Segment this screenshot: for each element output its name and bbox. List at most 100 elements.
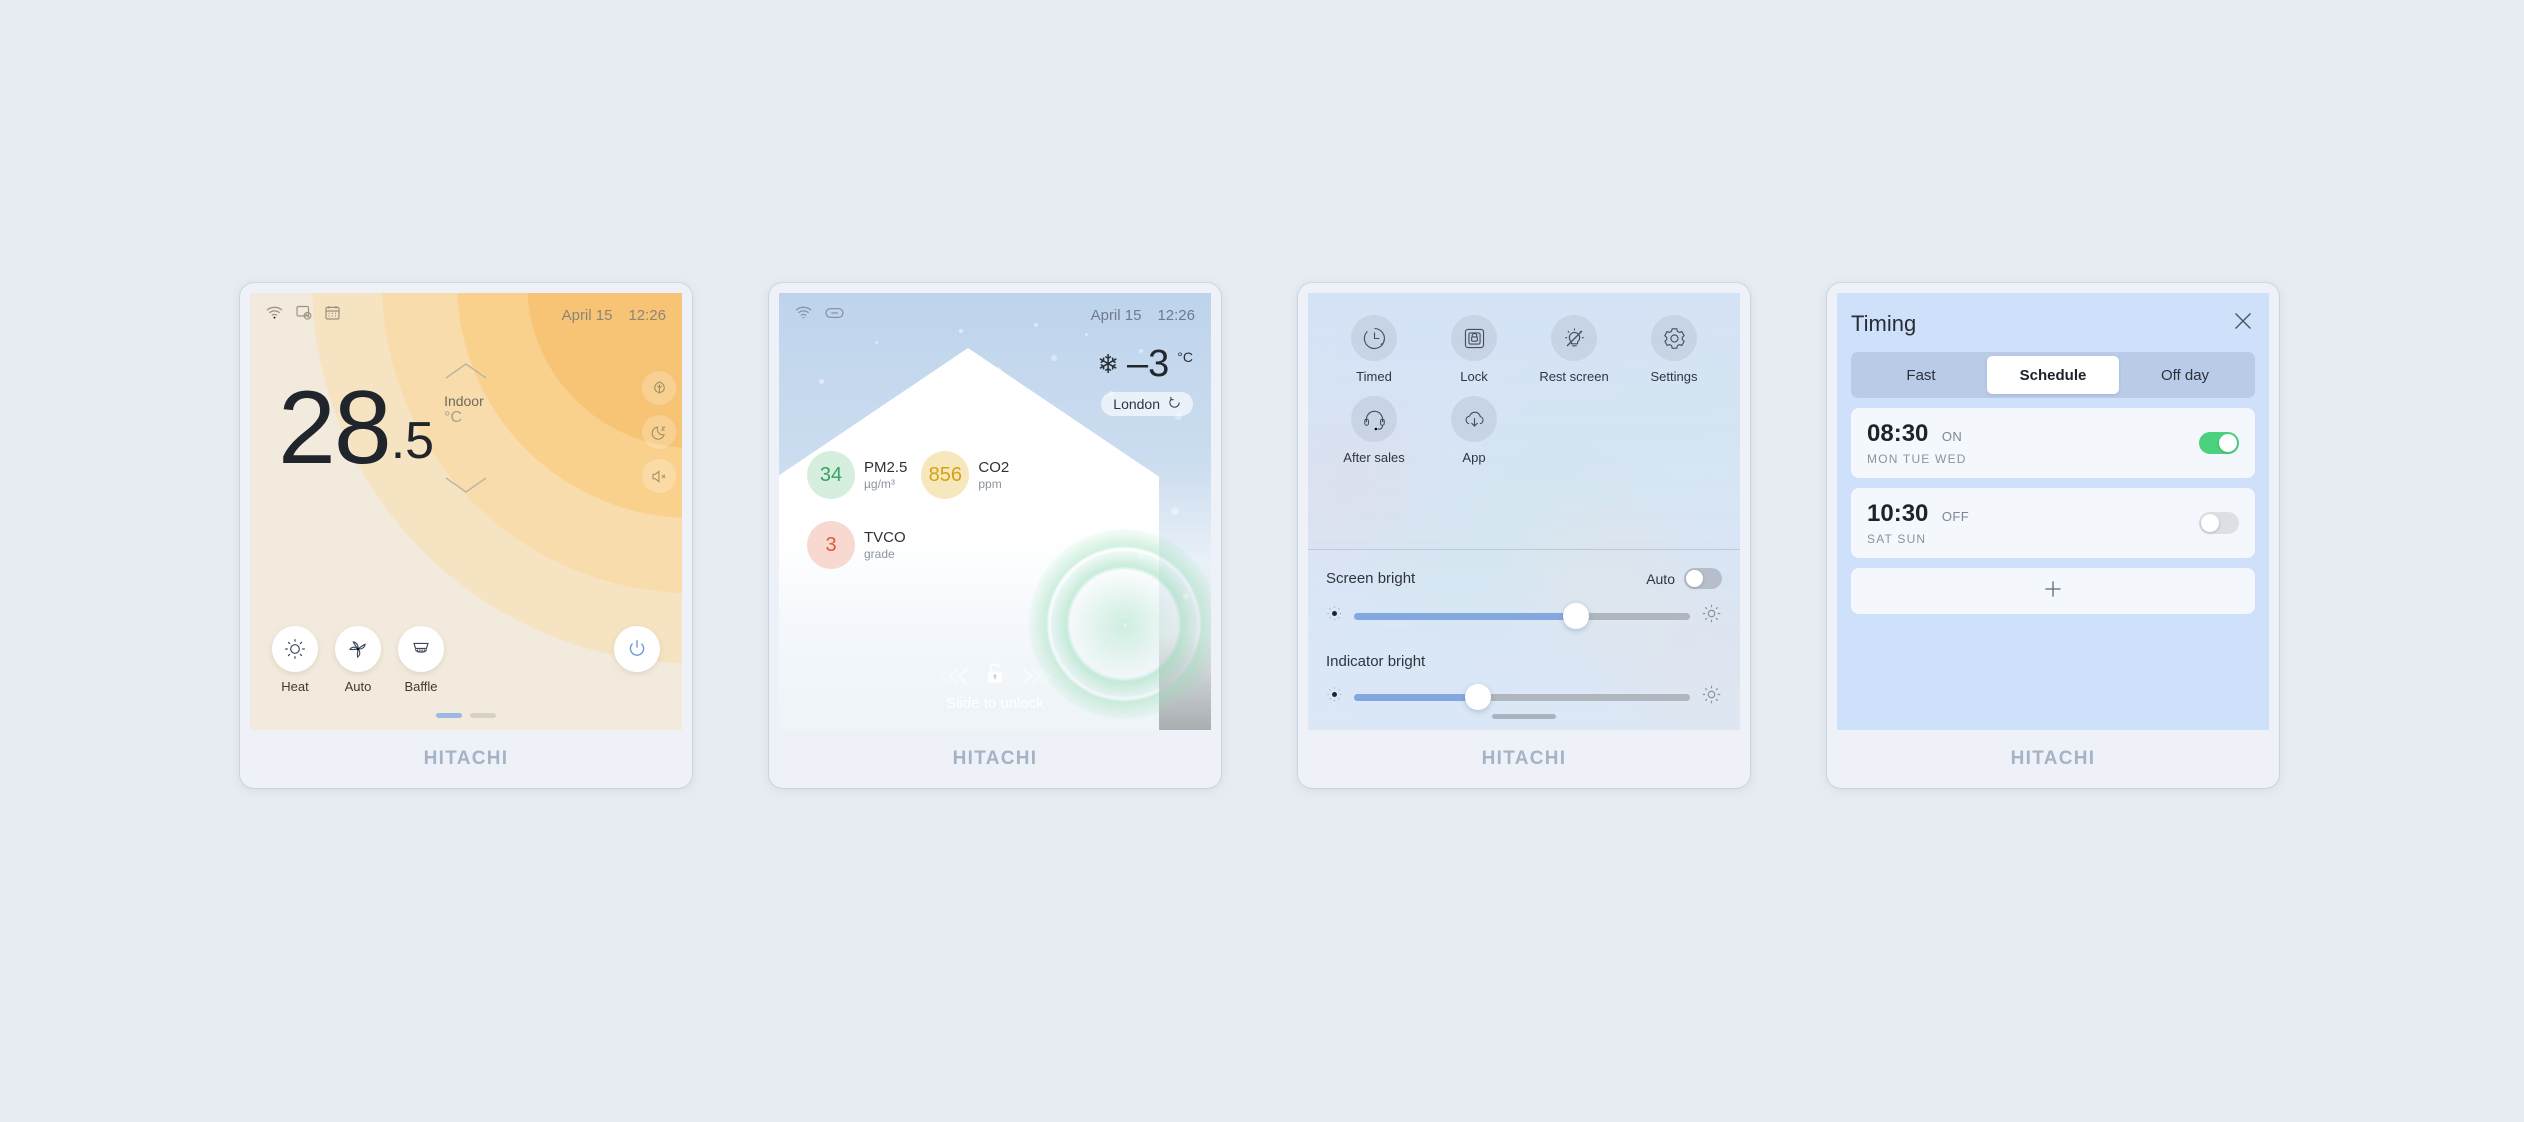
slider-track[interactable]	[1354, 603, 1690, 629]
indoor-temperature: 28 .5 Indoor °C	[278, 370, 484, 486]
fan-icon	[335, 626, 381, 672]
temperature-label: Indoor	[444, 393, 484, 409]
no-display-icon	[296, 305, 312, 325]
slider-handle[interactable]	[1465, 684, 1492, 710]
link-icon	[825, 306, 844, 324]
schedule-row[interactable]: 08:30 ON MON TUE WED	[1851, 408, 2255, 478]
schedule-state: OFF	[1941, 509, 1970, 524]
tile-timed[interactable]: Timed	[1324, 315, 1424, 384]
gear-icon	[1651, 315, 1697, 361]
mode-auto[interactable]: Auto	[335, 626, 381, 694]
status-bar: April 15 12:26	[779, 293, 1211, 337]
schedule-time: 10:30	[1867, 500, 1929, 527]
page-dot[interactable]	[470, 713, 496, 718]
tab-fast[interactable]: Fast	[1855, 356, 1987, 394]
tile-app[interactable]: App	[1424, 396, 1524, 465]
control-center-screen: Timed Lock Rest screen Settings After sa…	[1308, 293, 1740, 730]
tile-settings[interactable]: Settings	[1624, 315, 1724, 384]
aq-unit: ppm	[978, 476, 1002, 491]
aq-value: 3	[825, 533, 837, 556]
close-icon[interactable]	[2231, 309, 2255, 338]
louver-icon	[398, 626, 444, 672]
schedule-days: MON TUE WED	[1867, 452, 1967, 466]
device-control-center: Timed Lock Rest screen Settings After sa…	[1298, 283, 1750, 788]
plus-icon	[2042, 578, 2064, 605]
aq-bubble: 3	[807, 521, 855, 569]
mode-label: Heat	[281, 679, 309, 694]
aq-bubble: 856	[921, 451, 970, 499]
power-icon[interactable]	[614, 626, 660, 672]
mode-baffle[interactable]: Baffle	[398, 626, 444, 694]
eco-leaf-icon[interactable]	[642, 371, 676, 405]
status-date: April 15	[561, 306, 613, 324]
device-lockscreen: April 15 12:26 ❄ –3 °C London 34 PM2.5 µ…	[769, 283, 1221, 788]
indicator-bright-label: Indicator bright	[1326, 653, 1426, 670]
slider-fill	[1354, 612, 1576, 620]
device-thermostat: April 15 12:26 28 .5 Indoor °C Heat Auto…	[240, 283, 692, 788]
auto-brightness-toggle[interactable]	[1684, 568, 1722, 589]
slider-handle[interactable]	[1562, 603, 1589, 629]
slide-to-unlock[interactable]: Slide to unlock	[779, 662, 1211, 712]
weather-widget: ❄ –3 °C London	[1097, 345, 1193, 416]
brightness-high-icon	[1701, 684, 1722, 710]
temperature-integer: 28	[278, 370, 392, 486]
mode-heat[interactable]: Heat	[272, 626, 318, 694]
unlock-icon	[984, 662, 1006, 691]
wifi-icon	[795, 306, 812, 324]
sleep-moon-icon[interactable]	[642, 415, 676, 449]
add-schedule-button[interactable]	[1851, 568, 2255, 614]
refresh-icon[interactable]	[1168, 396, 1181, 412]
tab-schedule[interactable]: Schedule	[1987, 356, 2119, 394]
tile-label: Settings	[1650, 369, 1698, 384]
chevron-right-icon	[1015, 667, 1053, 686]
slider-fill	[1354, 693, 1479, 701]
weather-city-chip[interactable]: London	[1101, 392, 1193, 416]
clock-timer-icon	[1351, 315, 1397, 361]
tile-label: Lock	[1460, 369, 1488, 384]
mute-speaker-icon[interactable]	[642, 459, 676, 493]
quick-tiles: Timed Lock Rest screen Settings After sa…	[1308, 293, 1740, 549]
auto-label: Auto	[1646, 570, 1675, 587]
tile-lock[interactable]: Lock	[1424, 315, 1524, 384]
air-quality-tvco: 3 TVCO grade	[807, 521, 906, 569]
schedule-time: 08:30	[1867, 420, 1929, 447]
timing-screen: Timing Fast Schedule Off day 08:30 ON MO…	[1837, 293, 2269, 730]
tab-off-day[interactable]: Off day	[2119, 356, 2251, 394]
page-dot[interactable]	[436, 713, 462, 718]
brightness-controls: Screen bright Auto Indicator bright	[1308, 550, 1740, 730]
mode-label: Auto	[344, 679, 372, 694]
headset-icon	[1351, 396, 1397, 442]
home-bar[interactable]	[1492, 714, 1556, 719]
bulb-off-icon	[1551, 315, 1597, 361]
brand-logo: HITACHI	[423, 748, 509, 769]
timing-tabs: Fast Schedule Off day	[1851, 352, 2255, 398]
temp-decrease-button[interactable]	[250, 475, 682, 495]
schedule-days: SAT SUN	[1867, 532, 1927, 546]
snowflake-icon: ❄	[1097, 349, 1119, 379]
screen-bright-slider[interactable]	[1326, 603, 1722, 629]
chevron-left-icon	[937, 667, 975, 686]
tile-label: After sales	[1343, 450, 1405, 465]
schedule-row[interactable]: 10:30 OFF SAT SUN	[1851, 488, 2255, 558]
aq-unit: µg/m³	[864, 476, 895, 491]
sun-icon	[272, 626, 318, 672]
schedule-toggle[interactable]	[2199, 512, 2239, 534]
aq-unit: grade	[864, 546, 895, 561]
status-time: 12:26	[628, 306, 666, 324]
page-title: Timing	[1851, 310, 1917, 336]
indicator-bright-slider[interactable]	[1326, 684, 1722, 710]
device-timing: Timing Fast Schedule Off day 08:30 ON MO…	[1827, 283, 2279, 788]
brightness-low-icon	[1326, 686, 1343, 708]
screen-bright-label: Screen bright	[1326, 570, 1416, 587]
tile-rest-screen[interactable]: Rest screen	[1524, 315, 1624, 384]
schedule-toggle[interactable]	[2199, 432, 2239, 454]
thermostat-screen: April 15 12:26 28 .5 Indoor °C Heat Auto…	[250, 293, 682, 730]
mode-bar: Heat Auto Baffle	[250, 612, 682, 730]
tile-label: App	[1462, 450, 1486, 465]
page-indicator	[250, 713, 682, 718]
aq-name: CO2	[978, 459, 1010, 477]
slider-track[interactable]	[1354, 684, 1690, 710]
status-date: April 15	[1090, 306, 1142, 324]
tile-after-sales[interactable]: After sales	[1324, 396, 1424, 465]
brand-logo: HITACHI	[2010, 748, 2096, 769]
